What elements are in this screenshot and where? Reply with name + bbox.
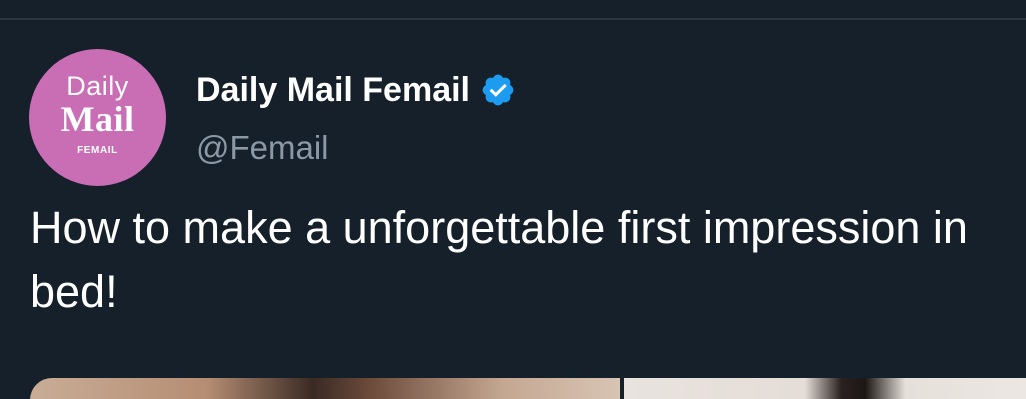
tweet[interactable]: Daily Mail FEMAIL Daily Mail Femail @Fem… bbox=[0, 0, 1026, 399]
verified-badge-icon bbox=[480, 72, 516, 108]
tweet-text: How to make a unforgettable first impres… bbox=[30, 202, 968, 317]
media-image-left[interactable] bbox=[30, 378, 620, 399]
avatar[interactable]: Daily Mail FEMAIL bbox=[29, 49, 166, 186]
avatar-logo-daily: Daily bbox=[66, 71, 129, 101]
avatar-logo-femail: FEMAIL bbox=[77, 145, 118, 156]
avatar-logo-mail: Mail bbox=[60, 99, 135, 139]
author-display-name[interactable]: Daily Mail Femail bbox=[196, 70, 470, 110]
author-handle[interactable]: @Femail bbox=[196, 128, 329, 168]
author-name-row[interactable]: Daily Mail Femail bbox=[196, 70, 516, 110]
media-image-right[interactable] bbox=[624, 378, 1026, 399]
tweet-media[interactable] bbox=[30, 378, 1026, 399]
divider bbox=[0, 18, 1026, 20]
